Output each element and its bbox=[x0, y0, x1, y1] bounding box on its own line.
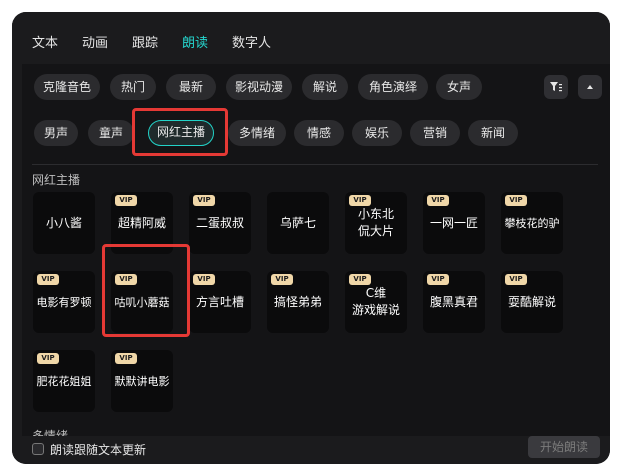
vip-badge: VIP bbox=[349, 195, 371, 206]
highlight-box-voice bbox=[102, 244, 190, 337]
vip-badge: VIP bbox=[115, 353, 137, 364]
vip-badge: VIP bbox=[37, 274, 59, 285]
follow-text-label: 朗读跟随文本更新 bbox=[50, 443, 147, 457]
footer-bar: 朗读跟随文本更新 开始朗读 bbox=[12, 436, 610, 464]
voice-card[interactable]: VIP 攀枝花的驴 bbox=[501, 192, 563, 254]
voice-card[interactable]: VIP 搞怪弟弟 bbox=[267, 271, 329, 333]
text-panel: 文本 动画 跟踪 朗读 数字人 克隆音色 热门 最新 影视动漫 解说 角色演绎 … bbox=[12, 12, 610, 464]
filter-clone-voice[interactable]: 克隆音色 bbox=[34, 74, 100, 100]
tab-animation[interactable]: 动画 bbox=[82, 34, 108, 54]
voice-card[interactable]: VIP 一网一匠 bbox=[423, 192, 485, 254]
voice-card[interactable]: VIP 二蛋叔叔 bbox=[189, 192, 251, 254]
filter-latest[interactable]: 最新 bbox=[166, 74, 216, 100]
voice-card[interactable]: 小八酱 bbox=[33, 192, 95, 254]
voice-card[interactable]: VIP C维 游戏解说 bbox=[345, 271, 407, 333]
filter-male[interactable]: 男声 bbox=[34, 120, 78, 146]
voice-card[interactable]: 乌萨七 bbox=[267, 192, 329, 254]
divider bbox=[32, 164, 598, 165]
filter-icon bbox=[550, 82, 562, 92]
highlight-box-filter bbox=[132, 108, 228, 156]
filter-child[interactable]: 童声 bbox=[88, 120, 134, 146]
vip-badge: VIP bbox=[427, 274, 449, 285]
filter-menu-button[interactable] bbox=[544, 75, 568, 99]
voice-card[interactable]: VIP 腹黑真君 bbox=[423, 271, 485, 333]
voice-card[interactable]: VIP 小东北 侃大片 bbox=[345, 192, 407, 254]
filter-multi-emotion[interactable]: 多情绪 bbox=[228, 120, 286, 146]
voice-content-area: 克隆音色 热门 最新 影视动漫 解说 角色演绎 女声 男声 童声 网红主播 多情… bbox=[22, 64, 610, 444]
vip-badge: VIP bbox=[505, 274, 527, 285]
tab-tracking[interactable]: 跟踪 bbox=[132, 34, 158, 54]
vip-badge: VIP bbox=[193, 195, 215, 206]
filter-film-anime[interactable]: 影视动漫 bbox=[226, 74, 292, 100]
vip-badge: VIP bbox=[271, 274, 293, 285]
follow-text-checkbox[interactable] bbox=[32, 443, 44, 455]
vip-badge: VIP bbox=[349, 274, 371, 285]
filter-commentary[interactable]: 解说 bbox=[302, 74, 348, 100]
filter-entertainment[interactable]: 娱乐 bbox=[352, 120, 402, 146]
vip-badge: VIP bbox=[427, 195, 449, 206]
section-title: 网红主播 bbox=[32, 173, 81, 187]
tab-read-aloud[interactable]: 朗读 bbox=[182, 34, 208, 54]
filter-female[interactable]: 女声 bbox=[436, 74, 482, 100]
voice-card[interactable]: VIP 肥花花姐姐 bbox=[33, 350, 95, 412]
vip-badge: VIP bbox=[115, 195, 137, 206]
vip-badge: VIP bbox=[505, 195, 527, 206]
tab-text[interactable]: 文本 bbox=[32, 34, 58, 54]
filter-news[interactable]: 新闻 bbox=[468, 120, 518, 146]
triangle-up-icon bbox=[587, 85, 593, 89]
filter-hot[interactable]: 热门 bbox=[110, 74, 156, 100]
filter-emotion[interactable]: 情感 bbox=[294, 120, 344, 146]
collapse-button[interactable] bbox=[578, 75, 602, 99]
tab-digital-human[interactable]: 数字人 bbox=[232, 34, 271, 54]
filter-role-play[interactable]: 角色演绎 bbox=[358, 74, 428, 100]
filter-marketing[interactable]: 营销 bbox=[410, 120, 460, 146]
start-reading-button[interactable]: 开始朗读 bbox=[528, 436, 600, 458]
vip-badge: VIP bbox=[193, 274, 215, 285]
voice-card[interactable]: VIP 默默讲电影 bbox=[111, 350, 173, 412]
vip-badge: VIP bbox=[37, 353, 59, 364]
voice-card[interactable]: VIP 方言吐槽 bbox=[189, 271, 251, 333]
voice-card[interactable]: VIP 电影有罗顿 bbox=[33, 271, 95, 333]
voice-card[interactable]: VIP 耍酷解说 bbox=[501, 271, 563, 333]
